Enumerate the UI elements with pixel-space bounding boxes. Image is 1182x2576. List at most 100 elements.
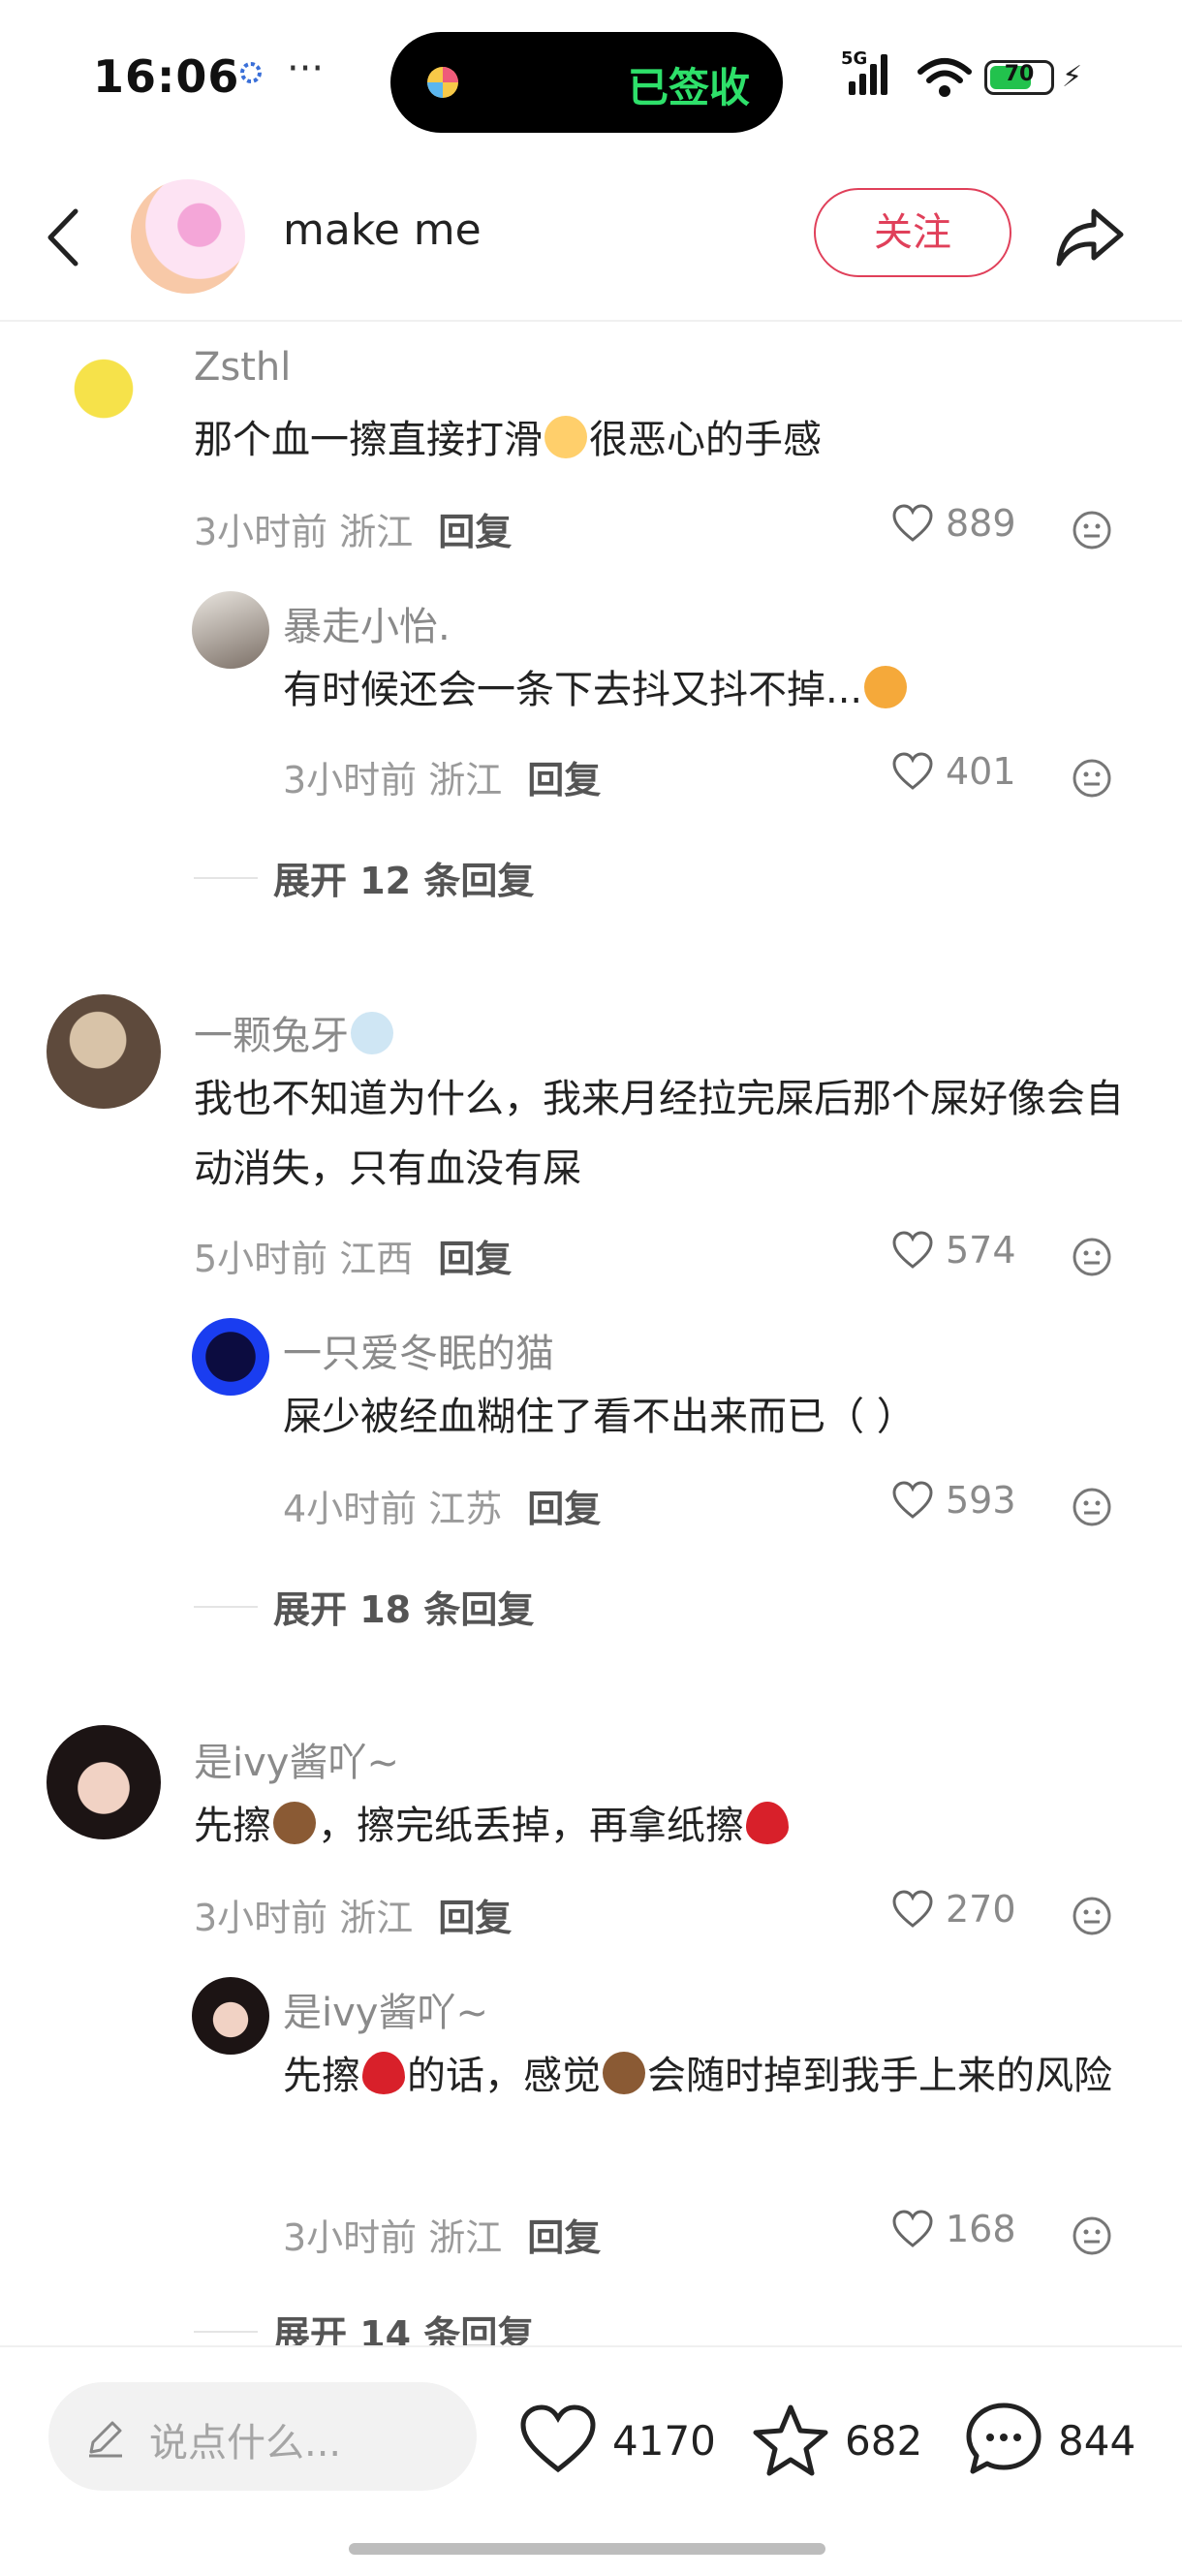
reply-text[interactable]: 先擦 的话，感觉 会随时掉到我手上来的风险 xyxy=(283,2041,1135,2111)
heart-icon xyxy=(892,1890,933,1928)
reply-text[interactable]: 有时候还会一条下去抖又抖不掉... xyxy=(283,655,1135,725)
dynamic-island[interactable]: 已签收 xyxy=(390,32,783,133)
comment-text-part: 那个血一擦直接打滑 xyxy=(194,418,543,462)
expand-replies-button[interactable]: 展开 14 条回复 xyxy=(194,2305,534,2345)
expand-replies-button[interactable]: 展开 12 条回复 xyxy=(194,851,534,904)
battery-percent: 70 xyxy=(1004,62,1035,86)
reply-meta: 3小时前 浙江 回复 xyxy=(283,2208,601,2261)
like-button[interactable]: 889 xyxy=(891,502,1016,545)
like-count: 401 xyxy=(946,750,1016,793)
reply-username[interactable]: 是ivy酱吖~ xyxy=(283,1981,488,2037)
divider xyxy=(194,2330,258,2333)
post-comment-count: 844 xyxy=(1058,2416,1136,2465)
comment-time-location: 3小时前 浙江 xyxy=(194,1897,414,1939)
expand-replies-label: 展开 14 条回复 xyxy=(273,2313,535,2345)
comment-meta: 5小时前 江西 回复 xyxy=(194,1229,512,1282)
comment-text[interactable]: 那个血一擦直接打滑 很恶心的手感 xyxy=(194,405,1124,475)
reply-username[interactable]: 一只爱冬眠的猫 xyxy=(283,1322,554,1378)
comment-meta: 3小时前 浙江 回复 xyxy=(194,1888,512,1941)
avatar[interactable] xyxy=(192,1318,269,1396)
emoji-reaction-icon[interactable] xyxy=(1072,510,1112,550)
divider xyxy=(194,1605,258,1608)
emoji-reaction-icon[interactable] xyxy=(1072,1237,1112,1277)
like-button[interactable]: 270 xyxy=(891,1888,1016,1931)
favorite-button[interactable]: 682 xyxy=(750,2400,922,2481)
avatar[interactable] xyxy=(192,591,269,669)
reply-text-part: 有时候还会一条下去抖又抖不掉... xyxy=(283,668,863,712)
like-count: 574 xyxy=(946,1229,1016,1272)
heart-icon xyxy=(892,2210,933,2247)
comment-input-placeholder: 说点什么... xyxy=(149,2421,342,2466)
reply-text[interactable]: 屎少被经血糊住了看不出来而已（ ） xyxy=(283,1382,1135,1452)
blood-drop-icon xyxy=(362,2052,405,2094)
post-like-count: 4170 xyxy=(612,2416,716,2465)
expand-replies-label: 展开 18 条回复 xyxy=(273,1588,535,1631)
comment-text[interactable]: 先擦 ，擦完纸丢掉，再拿纸擦 xyxy=(194,1791,1124,1861)
avatar[interactable] xyxy=(47,337,161,452)
reply-button[interactable]: 回复 xyxy=(527,759,601,801)
reply-button[interactable]: 回复 xyxy=(438,1897,512,1939)
divider xyxy=(194,876,258,879)
like-button[interactable]: 401 xyxy=(891,750,1016,793)
comment-meta: 3小时前 浙江 回复 xyxy=(194,502,512,555)
comment-text-part: 先擦 xyxy=(194,1804,271,1848)
emoji-reaction-icon[interactable] xyxy=(1072,758,1112,799)
emoji-reaction-icon[interactable] xyxy=(1072,1487,1112,1527)
follow-button[interactable]: 关注 xyxy=(814,188,1011,277)
comment-username[interactable]: 是ivy酱吖~ xyxy=(194,1731,399,1787)
reply-time-location: 3小时前 浙江 xyxy=(283,759,503,801)
like-post-button[interactable]: 4170 xyxy=(517,2400,716,2481)
comment-username[interactable]: 一颗兔牙 xyxy=(194,1004,395,1060)
comment-text[interactable]: 我也不知道为什么，我来月经拉完屎后那个屎好像会自动消失，只有血没有屎 xyxy=(194,1064,1124,1204)
star-icon xyxy=(753,2404,828,2476)
home-indicator[interactable] xyxy=(349,2543,825,2555)
comment-text-part: ，擦完纸丢掉，再拿纸擦 xyxy=(318,1804,744,1848)
pencil-icon xyxy=(89,2421,122,2458)
reply-time-location: 3小时前 浙江 xyxy=(283,2216,503,2259)
author-name[interactable]: make me xyxy=(283,205,482,255)
like-count: 889 xyxy=(946,502,1016,545)
avatar[interactable] xyxy=(192,1977,269,2055)
cellular-signal-icon: 5G xyxy=(841,48,891,97)
comment-list[interactable]: Zsthl 那个血一擦直接打滑 很恶心的手感 3小时前 浙江 回复 889 暴走小怡… xyxy=(0,320,1182,2345)
more-notifications-icon: ··· xyxy=(287,47,325,91)
avatar[interactable] xyxy=(47,1725,161,1839)
reply-username[interactable]: 暴走小怡. xyxy=(283,595,451,651)
post-favorite-count: 682 xyxy=(845,2416,923,2465)
reply-button[interactable]: 回复 xyxy=(527,1488,601,1530)
heart-icon xyxy=(520,2404,596,2473)
comment-text-part: 很恶心的手感 xyxy=(589,418,822,462)
comment-time-location: 5小时前 江西 xyxy=(194,1238,414,1280)
delivery-status: 已签收 xyxy=(627,64,750,111)
reply-button[interactable]: 回复 xyxy=(438,1238,512,1280)
reply-button[interactable]: 回复 xyxy=(438,511,512,553)
like-button[interactable]: 574 xyxy=(891,1229,1016,1272)
emoji-reaction-icon[interactable] xyxy=(1072,2215,1112,2256)
package-app-icon xyxy=(427,67,458,98)
comment-username[interactable]: Zsthl xyxy=(194,345,291,390)
bottom-action-bar: 说点什么... 4170 682 844 xyxy=(0,2345,1182,2576)
heart-icon xyxy=(892,752,933,790)
avatar[interactable] xyxy=(47,994,161,1109)
chat-bubble-icon xyxy=(966,2403,1042,2474)
like-button[interactable]: 168 xyxy=(891,2208,1016,2250)
comment-input[interactable]: 说点什么... xyxy=(48,2382,477,2491)
battery-icon: 70 xyxy=(984,60,1054,95)
expand-replies-label: 展开 12 条回复 xyxy=(273,860,535,902)
share-icon[interactable] xyxy=(1051,198,1129,275)
back-icon[interactable] xyxy=(39,204,87,271)
like-count: 270 xyxy=(946,1888,1016,1931)
reply-text-part: 的话，感觉 xyxy=(407,2054,601,2098)
reply-button[interactable]: 回复 xyxy=(527,2216,601,2259)
comment-time-location: 3小时前 浙江 xyxy=(194,511,414,553)
like-button[interactable]: 593 xyxy=(891,1479,1016,1522)
author-avatar[interactable] xyxy=(131,179,245,294)
heart-icon xyxy=(892,1231,933,1269)
emoji-reaction-icon[interactable] xyxy=(1072,1896,1112,1936)
like-count: 593 xyxy=(946,1479,1016,1522)
comments-button[interactable]: 844 xyxy=(963,2400,1135,2481)
reply-meta: 4小时前 江苏 回复 xyxy=(283,1479,601,1532)
status-time: 16:06 xyxy=(93,50,240,103)
expand-replies-button[interactable]: 展开 18 条回复 xyxy=(194,1580,534,1633)
comment-username-text: 一颗兔牙 xyxy=(194,1014,349,1058)
